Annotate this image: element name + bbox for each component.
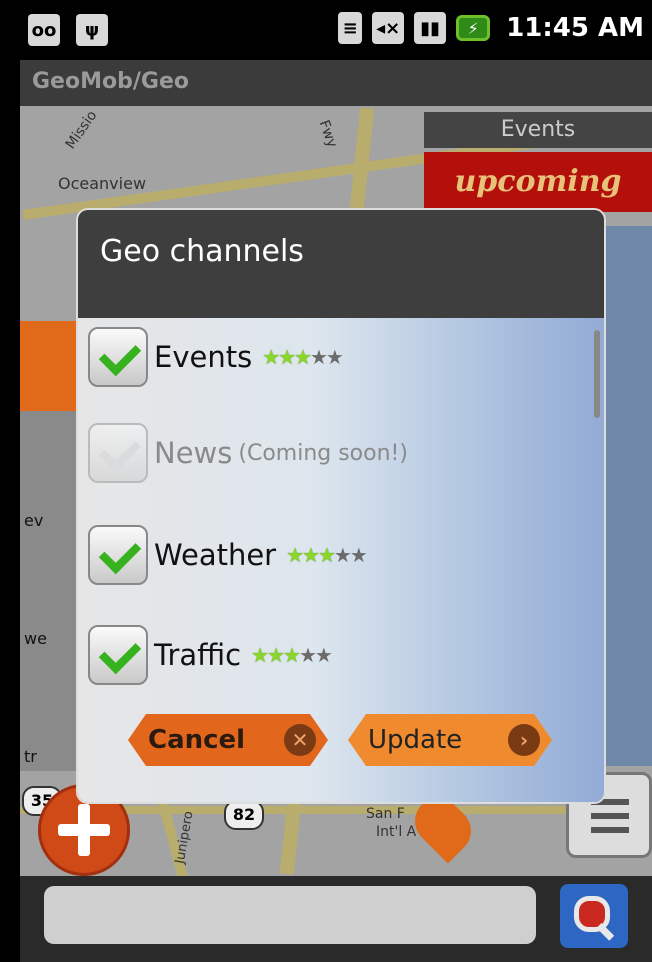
bottom-search-bar: [20, 876, 652, 962]
channel-row-news: News (Coming soon!): [88, 422, 408, 484]
cancel-label: Cancel: [148, 725, 246, 755]
geo-channels-dialog: Geo channels Events ★★★★★ News (Coming s…: [78, 210, 604, 802]
checkmark-icon: [98, 631, 142, 675]
checkmark-icon: [98, 333, 142, 377]
star-icon: ★★: [298, 643, 333, 667]
menu-line: [591, 827, 629, 833]
channel-row-traffic[interactable]: Traffic ★★★★★: [88, 624, 333, 686]
star-icon: ★★★: [262, 345, 312, 369]
mute-icon: ◂×: [372, 12, 405, 44]
map-label: Int'l A: [376, 824, 417, 840]
wifi-icon: ≡: [338, 12, 363, 44]
channel-label: Weather: [154, 538, 277, 572]
channel-label: Traffic: [154, 638, 242, 672]
map-label: Oceanview: [58, 174, 147, 193]
status-bar: oo ψ ≡ ◂× ▮▮ ⚡ 11:45 AM: [0, 0, 652, 60]
map-label: Fwy: [315, 118, 341, 150]
status-time: 11:45 AM: [506, 13, 644, 43]
search-input[interactable]: [44, 886, 536, 944]
signal-icon: ▮▮: [414, 12, 447, 44]
voicemail-icon: oo: [28, 14, 60, 46]
app-title-bar: GeoMob/Geo: [20, 60, 652, 106]
channel-row-weather[interactable]: Weather ★★★★★: [88, 524, 368, 586]
rating-stars: ★★★★★: [262, 345, 344, 369]
side-label: we: [24, 629, 47, 648]
map-label: San F: [366, 806, 405, 822]
checkmark-icon: [98, 531, 142, 575]
cancel-button[interactable]: Cancel ✕: [128, 714, 328, 766]
channel-row-events[interactable]: Events ★★★★★: [88, 326, 344, 388]
highway-shield: 82: [224, 800, 264, 830]
star-icon: ★★: [309, 345, 344, 369]
map-label: Junipero: [172, 810, 197, 865]
usb-icon: ψ: [76, 14, 108, 46]
channel-label: Events: [154, 340, 253, 374]
update-label: Update: [368, 725, 463, 755]
side-label: ev: [24, 511, 44, 530]
channel-side-column: ev we tr: [20, 321, 78, 771]
upcoming-logo[interactable]: upcoming: [424, 152, 652, 212]
star-icon: ★★: [333, 543, 368, 567]
news-checkbox: [88, 423, 148, 483]
update-button[interactable]: Update ›: [348, 714, 552, 766]
rating-stars: ★★★★★: [251, 643, 333, 667]
coming-soon-note: (Coming soon!): [238, 440, 408, 466]
star-icon: ★★★: [286, 543, 336, 567]
side-orange-tab: [20, 321, 78, 411]
traffic-checkbox[interactable]: [88, 625, 148, 685]
weather-checkbox[interactable]: [88, 525, 148, 585]
chevron-right-icon: ›: [508, 724, 540, 756]
events-tab[interactable]: Events: [424, 112, 652, 148]
app-title: GeoMob/Geo: [32, 69, 189, 94]
dialog-title: Geo channels: [100, 234, 304, 269]
rating-stars: ★★★★★: [286, 543, 368, 567]
checkmark-icon: [98, 429, 142, 473]
menu-line: [591, 813, 629, 819]
star-icon: ★★★: [251, 643, 301, 667]
side-label: tr: [24, 747, 37, 766]
channel-label: News: [154, 436, 233, 470]
search-button[interactable]: [560, 884, 628, 948]
dialog-header: Geo channels: [78, 210, 604, 318]
scrollbar[interactable]: [594, 330, 600, 418]
close-icon: ✕: [284, 724, 316, 756]
map-label: Missio: [62, 107, 101, 153]
events-checkbox[interactable]: [88, 327, 148, 387]
battery-charging-icon: ⚡: [456, 15, 491, 41]
